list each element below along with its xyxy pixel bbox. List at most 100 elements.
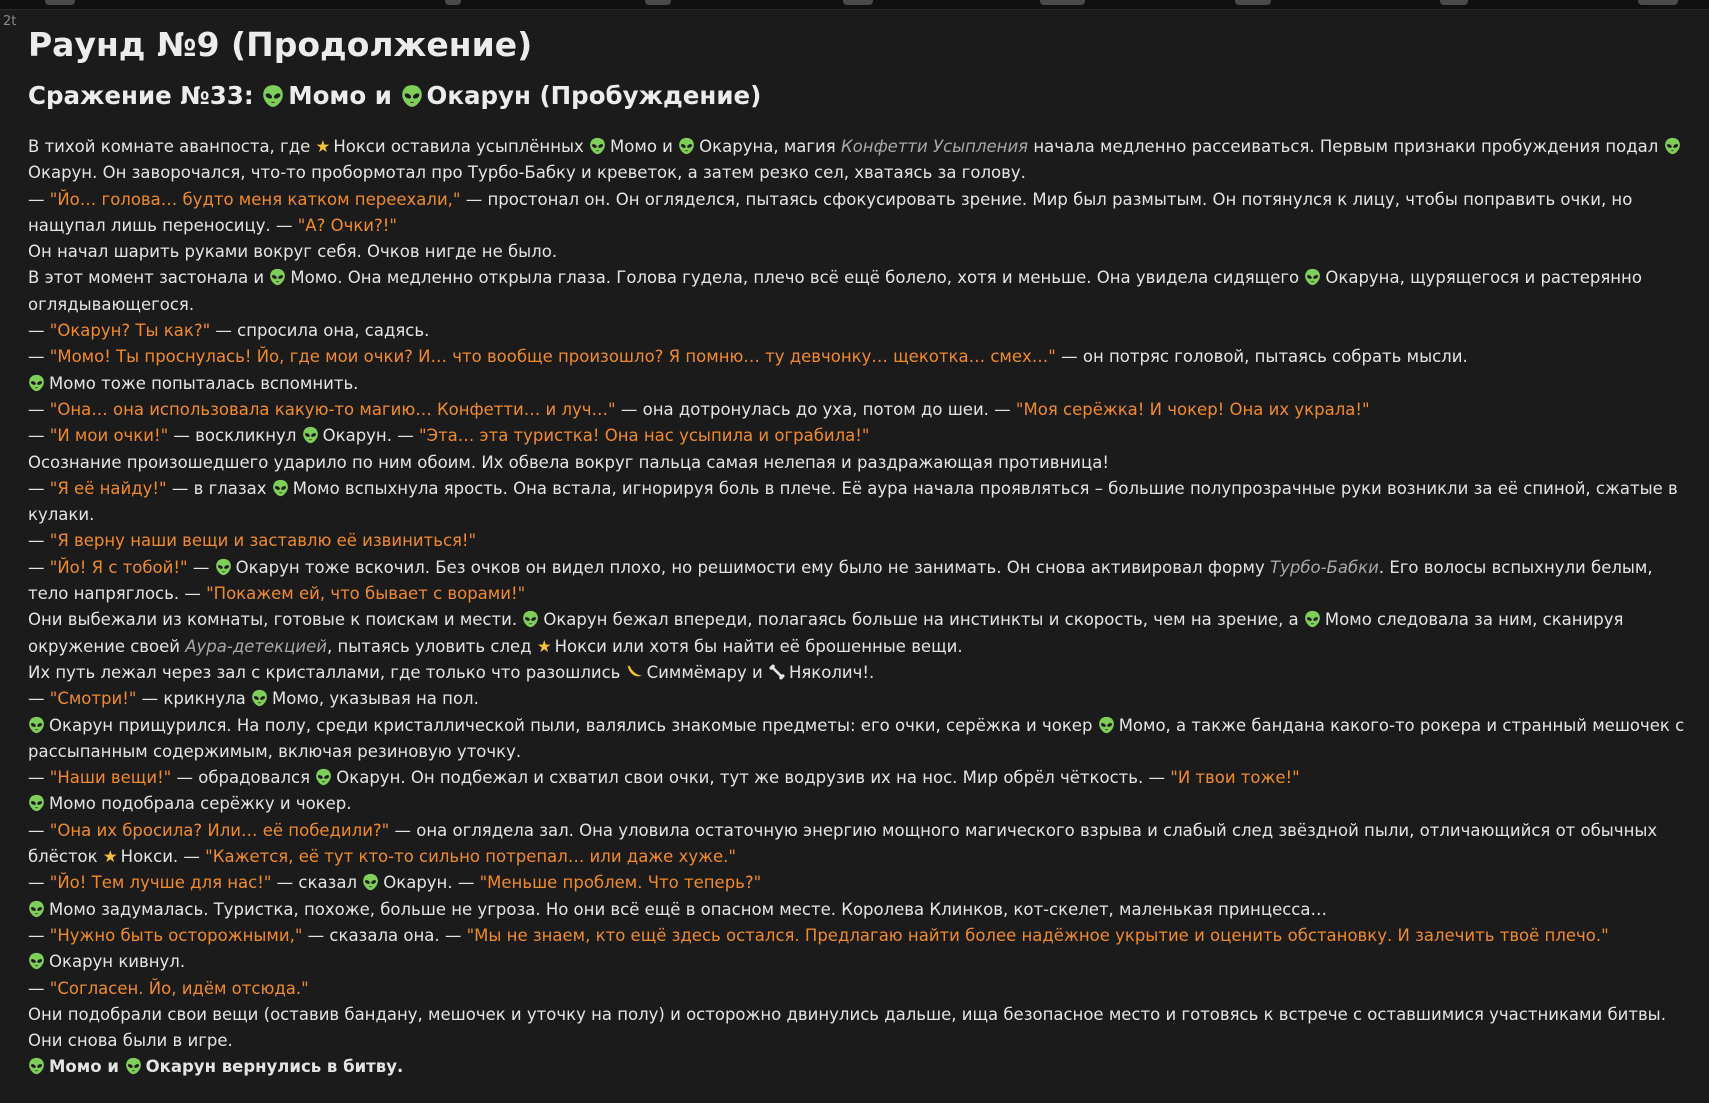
alien-emoji-icon	[29, 374, 44, 391]
story-paragraph: — "Момо! Ты проснулась! Йо, где мои очки…	[28, 344, 1688, 370]
nav-icon[interactable]	[1235, 0, 1271, 5]
story-paragraph: — "Смотри!" — крикнула Момо, указывая на…	[28, 686, 1688, 712]
narration-text: —	[28, 399, 50, 419]
nav-icon[interactable]	[1040, 0, 1085, 5]
dialogue-quote: "И мои очки!"	[49, 426, 169, 446]
dialogue-quote: "Эта… эта туристка! Она нас усыпила и ог…	[418, 426, 870, 446]
narration-text: Окарун кивнул.	[49, 952, 186, 972]
narration-text: Момо, указывая на пол.	[272, 689, 479, 709]
star-icon: ★	[536, 636, 552, 656]
narration-text: —	[28, 531, 50, 551]
narration-text: Они подобрали свои вещи (оставив бандану…	[28, 1004, 1666, 1051]
narration-text: Их путь лежал через зал с кристаллами, г…	[28, 662, 626, 682]
corner-label: 2t	[3, 14, 17, 29]
alien-emoji-icon	[316, 768, 332, 786]
alien-emoji-icon	[401, 85, 422, 107]
fighter-momo: Момо	[288, 81, 367, 110]
top-nav-bar	[0, 0, 1709, 10]
nav-icon[interactable]	[45, 0, 75, 5]
story-paragraph: В этот момент застонала и Момо. Она медл…	[28, 265, 1688, 318]
alien-emoji-icon	[679, 137, 695, 155]
narration-text: начала медленно рассеиваться. Первым при…	[1028, 137, 1664, 156]
narration-text: — в глазах	[166, 478, 272, 498]
alien-emoji-icon	[1664, 137, 1680, 155]
star-icon: ★	[315, 137, 331, 156]
alien-emoji-icon	[1098, 716, 1114, 733]
narration-text: Момо. Она медленно открыла глаза. Голова…	[290, 268, 1305, 288]
narration-text: Окарун. —	[322, 426, 419, 446]
narration-text: — он потряс головой, пытаясь собрать мыс…	[1055, 347, 1468, 367]
alien-emoji-icon	[270, 269, 286, 286]
story-paragraph: — "Окарун? Ты как?" — спросила она, садя…	[28, 318, 1688, 344]
battle-heading: Сражение №33: Момо и Окарун (Пробуждение…	[28, 76, 1688, 116]
dialogue-quote: "Окарун? Ты как?"	[49, 321, 211, 341]
alien-emoji-icon	[29, 953, 44, 970]
dialogue-quote: "Мы не знаем, кто ещё здесь остался. Пре…	[466, 925, 1609, 945]
alien-emoji-icon	[590, 137, 605, 155]
narration-text: Няколич!.	[788, 662, 875, 682]
narration-text: —	[28, 689, 50, 709]
narration-text: Окарун тоже вскочил. Без очков он видел …	[235, 557, 1270, 577]
story-paragraph: Он начал шарить руками вокруг себя. Очко…	[28, 239, 1688, 265]
alien-emoji-icon	[1305, 269, 1321, 286]
story-paragraph: Они подобрали свои вещи (оставив бандану…	[28, 1002, 1688, 1055]
dialogue-quote: "И твои тоже!"	[1170, 768, 1300, 788]
alien-emoji-icon	[272, 479, 288, 497]
story-paragraph: — "Йо! Тем лучше для нас!" — сказал Окар…	[28, 870, 1688, 896]
narration-text: Они выбежали из комнаты, готовые к поиск…	[28, 610, 523, 630]
story-paragraph: — "Согласен. Йо, идём отсюда."	[28, 976, 1688, 1002]
result-text: Момо и	[49, 1057, 125, 1077]
narration-text: Момо и	[610, 137, 679, 156]
narration-text: Нокси или хотя бы найти её брошенные вещ…	[554, 636, 963, 656]
story-paragraph: Момо задумалась. Туристка, похоже, больш…	[28, 897, 1688, 923]
narration-text: В этот момент застонала и	[28, 268, 270, 288]
alien-emoji-icon	[125, 1058, 141, 1075]
narration-text: — воскликнул	[168, 426, 302, 446]
narration-text: —	[28, 426, 50, 446]
alien-emoji-icon	[29, 900, 44, 917]
narration-text: —	[28, 873, 50, 893]
narration-text: —	[187, 557, 215, 577]
story-paragraph: Их путь лежал через зал с кристаллами, г…	[28, 660, 1688, 686]
narration-text: — сказала она. —	[302, 925, 467, 945]
narration-text: — спросила она, садясь.	[210, 321, 430, 341]
story-paragraph: Момо и Окарун вернулись в битву.	[28, 1054, 1688, 1080]
nav-icon[interactable]	[645, 0, 671, 5]
dialogue-quote: "Она… она использовала какую-то магию… К…	[49, 399, 616, 419]
narration-text: Окарун прищурился. На полу, среди криста…	[49, 715, 1098, 735]
story-paragraph: — "Нужно быть осторожными," — сказала он…	[28, 923, 1688, 949]
story-body: В тихой комнате аванпоста, где ★ Нокси ос…	[28, 134, 1688, 1081]
dialogue-quote: "Меньше проблем. Что теперь?"	[479, 873, 762, 893]
nav-icon[interactable]	[1638, 0, 1678, 5]
dialogue-quote: "Йо! Тем лучше для нас!"	[49, 873, 272, 893]
story-paragraph: Окарун кивнул.	[28, 949, 1688, 975]
story-paragraph: — "Йо! Я с тобой!" — Окарун тоже вскочил…	[28, 555, 1688, 608]
narration-text: Окарун бежал впереди, полагаясь больше н…	[543, 610, 1304, 630]
story-paragraph: — "И мои очки!" — воскликнул Окарун. — "…	[28, 423, 1688, 449]
narration-text: Осознание произошедшего ударило по ним о…	[28, 452, 1109, 472]
story-paragraph: — "Я верну наши вещи и заставлю её извин…	[28, 528, 1688, 554]
and-word: и	[374, 81, 392, 110]
story-paragraph: — "Она… она использовала какую-то магию……	[28, 397, 1688, 423]
narration-text: — она дотронулась до уха, потом до шеи. …	[615, 399, 1016, 419]
narration-text: Окарун. —	[383, 873, 480, 893]
alien-emoji-icon	[29, 1058, 44, 1075]
story-paragraph: Момо подобрала серёжку и чокер.	[28, 791, 1688, 817]
narration-text: —	[28, 768, 50, 788]
narration-text: — крикнула	[136, 689, 251, 709]
nav-icon[interactable]	[445, 0, 461, 5]
skill-name: Турбо-Бабки	[1270, 557, 1379, 577]
nav-icon[interactable]	[843, 0, 873, 5]
battle-number: Сражение №33:	[28, 81, 254, 110]
story-paragraph: Осознание произошедшего ударило по ним о…	[28, 450, 1688, 476]
narration-text: —	[28, 347, 50, 367]
dialogue-quote: "Наши вещи!"	[49, 768, 172, 788]
result-text: Окарун вернулись в битву.	[145, 1057, 404, 1077]
story-paragraph: В тихой комнате аванпоста, где ★ Нокси ос…	[28, 134, 1688, 187]
story-paragraph: — "Я её найду!" — в глазах Момо вспыхнул…	[28, 476, 1688, 529]
nav-icon[interactable]	[1440, 0, 1468, 5]
dialogue-quote: "Моя серёжка! И чокер! Она их украла!"	[1015, 399, 1370, 419]
narration-text: Нокси. —	[120, 847, 206, 867]
narration-text: —	[28, 820, 50, 840]
narration-text: —	[28, 189, 50, 209]
